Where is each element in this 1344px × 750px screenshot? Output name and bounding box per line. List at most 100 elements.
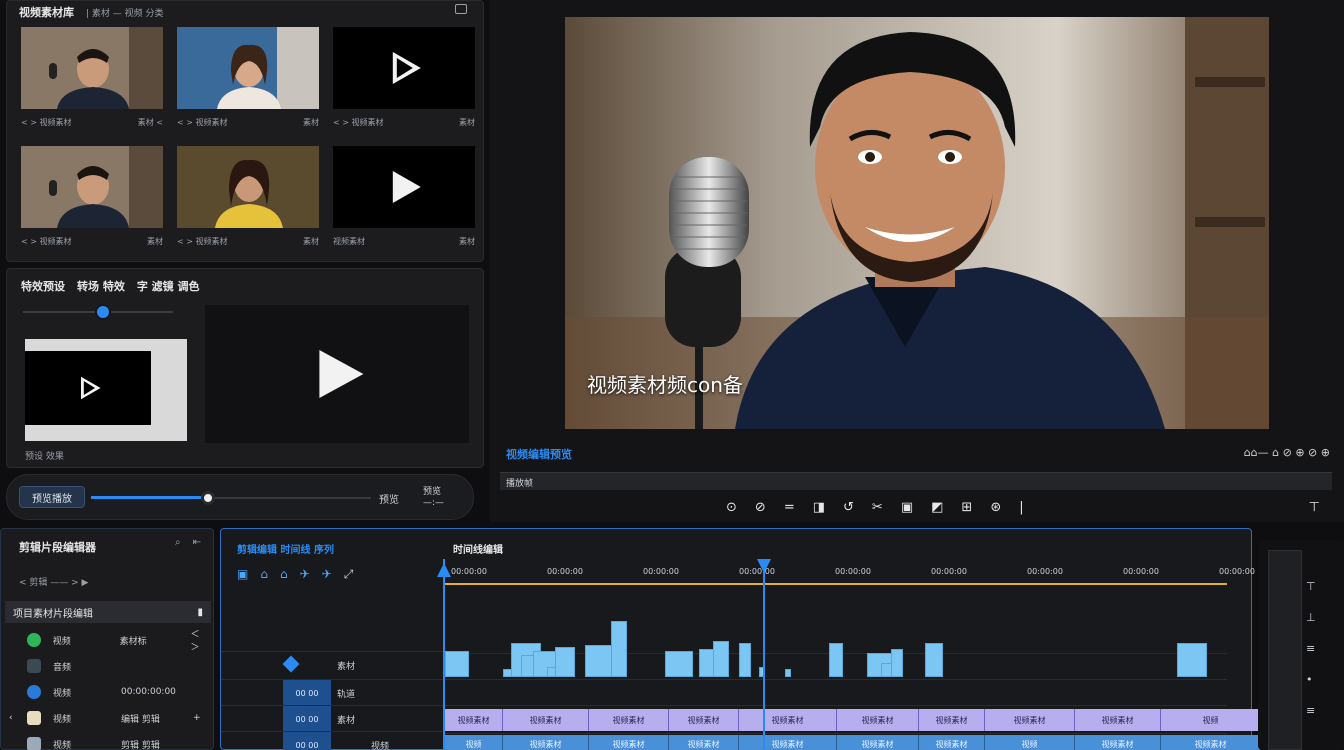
- media-thumb-1[interactable]: [21, 27, 163, 109]
- video-clip[interactable]: 视频素材: [589, 709, 669, 731]
- keyframe-icon[interactable]: [282, 655, 300, 673]
- video-clip[interactable]: 视频素材: [985, 709, 1075, 731]
- thumb-caption-left: < > 视频素材: [333, 118, 384, 127]
- viewer-mini-ruler[interactable]: 播放帧: [500, 472, 1332, 490]
- time-readout: 预览 —:—: [423, 487, 445, 508]
- cut-icon[interactable]: ✂: [872, 500, 883, 515]
- select-tool-icon[interactable]: ▣: [237, 567, 248, 582]
- tab-filters[interactable]: 字 滤镜 调色: [137, 278, 200, 294]
- audio-clip[interactable]: 视频: [445, 735, 503, 750]
- track-timecode[interactable]: 00 00: [283, 706, 331, 732]
- effect-intensity-knob[interactable]: [95, 304, 111, 320]
- in-point-marker[interactable]: [443, 559, 445, 749]
- track-timecode[interactable]: 00 00: [283, 732, 331, 750]
- scrub-knob[interactable]: [201, 491, 215, 505]
- dot-icon[interactable]: •: [1306, 673, 1316, 686]
- video-clip[interactable]: 视频素材: [919, 709, 985, 731]
- audio-clip[interactable]: 视频素材: [739, 735, 837, 750]
- effect-thumb-preview[interactable]: [25, 339, 187, 441]
- video-clip[interactable]: 视频素材: [445, 709, 503, 731]
- expand-icon[interactable]: ‹: [9, 713, 13, 723]
- roll-tool-icon[interactable]: ✈: [322, 567, 332, 582]
- program-viewer: 视频素材频con备 视频编辑预览 ⌂⌂— ⌂ ⊘ ⊕ ⊘ ⊕ 播放帧 ⊙ ⊘ =…: [490, 0, 1344, 522]
- playhead[interactable]: [763, 559, 765, 749]
- project-row[interactable]: 音频: [5, 653, 211, 679]
- video-clip[interactable]: 视频素材: [503, 709, 589, 731]
- overwrite-icon[interactable]: ▣: [901, 500, 913, 515]
- preview-play-button[interactable]: 预览播放: [19, 486, 85, 508]
- project-row[interactable]: 视频 00:00:00:00: [5, 679, 211, 705]
- audio-waveform-bar: [713, 641, 729, 677]
- media-thumb-6[interactable]: [333, 146, 475, 228]
- mark-out-icon[interactable]: ⊘: [755, 500, 766, 515]
- media-thumb-4[interactable]: [21, 146, 163, 228]
- audio-clip[interactable]: 视频素材: [837, 735, 919, 750]
- right-strip-icons: ⊤ ⊥ ≡ • ≡: [1306, 580, 1316, 717]
- audio-waveform-bar: [665, 651, 693, 677]
- thumb-image-1: [21, 27, 163, 109]
- audio-clip[interactable]: 视频: [985, 735, 1075, 750]
- equal-icon[interactable]: =: [784, 500, 795, 515]
- marker-tool-icon-2[interactable]: ⌂: [280, 567, 288, 582]
- row-value: 素材标: [119, 636, 147, 647]
- shield-icon: [27, 633, 41, 647]
- ruler-tick-label: 00:00:00: [835, 567, 871, 576]
- list-icon[interactable]: ≡: [1306, 704, 1316, 717]
- tab-transitions[interactable]: 转场 特效: [77, 278, 125, 294]
- video-clip[interactable]: 视频素材: [1075, 709, 1161, 731]
- export-frame-icon[interactable]: ⊞: [961, 500, 972, 515]
- project-info: < 剪辑 —— > ▶: [19, 578, 89, 588]
- loop-icon[interactable]: ↺: [843, 500, 854, 515]
- menu-icon[interactable]: ≡: [1306, 642, 1316, 655]
- audio-clip[interactable]: 视频素材: [669, 735, 739, 750]
- tab-presets[interactable]: 特效预设: [21, 278, 65, 294]
- lane-divider: [443, 705, 1227, 706]
- thumb-caption-right: 素材: [147, 237, 163, 246]
- audio-clip[interactable]: 视频素材: [503, 735, 589, 750]
- audio-clip[interactable]: 视频素材: [1075, 735, 1161, 750]
- timeline-ruler[interactable]: 00:00:00 00:00:00 00:00:00 00:00:00 00:00:00…: [443, 565, 1255, 585]
- media-thumb-5[interactable]: [177, 146, 319, 228]
- effect-large-preview[interactable]: [205, 305, 469, 443]
- project-row[interactable]: ‹ 视频 编辑 剪辑 +: [5, 705, 211, 731]
- video-clip[interactable]: 视频: [1161, 709, 1261, 731]
- audio-waveform-bar: [739, 643, 751, 677]
- mini-ruler-label: 播放帧: [506, 479, 534, 489]
- project-row[interactable]: 视频 素材标 ＜ ＞: [5, 627, 211, 653]
- mark-in-icon[interactable]: ⊙: [726, 500, 737, 515]
- search-icon[interactable]: ⌕: [175, 537, 181, 548]
- audio-clip[interactable]: 视频素材: [589, 735, 669, 750]
- divider-icon: |: [1019, 500, 1024, 515]
- viewer-menu-icon[interactable]: ⊤: [1309, 500, 1320, 515]
- viewer-tools[interactable]: ⌂⌂— ⌂ ⊘ ⊕ ⊘ ⊕: [1244, 446, 1330, 459]
- video-clip[interactable]: 视频素材: [837, 709, 919, 731]
- preview-caption: 视频素材频con备: [587, 373, 743, 397]
- timeline-lanes[interactable]: 视频素材 视频素材 视频素材 视频素材 视频素材 视频素材 视频素材 视频素材 视频素材 视频 视频…: [443, 589, 1261, 750]
- audio-waveform-bar: [785, 669, 791, 677]
- align-bottom-icon[interactable]: ⊥: [1306, 611, 1316, 624]
- align-top-icon[interactable]: ⊤: [1306, 580, 1316, 593]
- media-thumb-2[interactable]: [177, 27, 319, 109]
- video-clip[interactable]: 视频素材: [669, 709, 739, 731]
- row-value: 剪辑 剪辑: [121, 740, 160, 750]
- audio-clip[interactable]: 视频素材: [1161, 735, 1261, 750]
- video-clip[interactable]: 视频素材: [739, 709, 837, 731]
- ripple-tool-icon[interactable]: ✈: [300, 567, 310, 582]
- thumb-caption-5: < > 视频素材 素材: [177, 236, 319, 248]
- panel-menu-icon[interactable]: [455, 4, 467, 14]
- timeline-sequence-label: 剪辑编辑 时间线 序列: [237, 545, 334, 556]
- marker-tool-icon[interactable]: ⌂: [260, 567, 268, 582]
- program-preview-frame[interactable]: 视频素材频con备: [565, 17, 1269, 429]
- insert-icon[interactable]: ◨: [813, 500, 825, 515]
- project-row[interactable]: 视频 剪辑 剪辑: [5, 731, 211, 750]
- play-icon: [392, 52, 421, 84]
- media-thumb-3[interactable]: [333, 27, 475, 109]
- audio-waveform-bar: [829, 643, 843, 677]
- project-list-header[interactable]: 项目素材片段编辑 ▮: [5, 601, 211, 623]
- audio-clip[interactable]: 视频素材: [919, 735, 985, 750]
- track-timecode[interactable]: 00 00: [283, 680, 331, 706]
- collapse-icon[interactable]: ⇤: [193, 537, 201, 548]
- settings-icon[interactable]: ⊛: [990, 500, 1001, 515]
- lift-icon[interactable]: ◩: [931, 500, 943, 515]
- zoom-tool-icon[interactable]: ⤢: [344, 567, 354, 582]
